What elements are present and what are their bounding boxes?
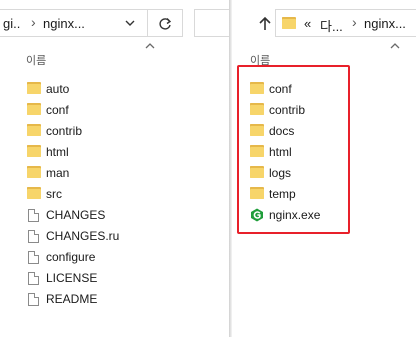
- file-icon: [28, 271, 39, 285]
- up-arrow-icon[interactable]: [257, 16, 273, 32]
- sort-ascending-icon[interactable]: [390, 42, 400, 50]
- folder-item[interactable]: html: [27, 142, 69, 162]
- folder-icon: [27, 166, 41, 180]
- item-label: configure: [46, 250, 96, 264]
- item-label: CHANGES: [46, 208, 106, 222]
- folder-icon: [27, 145, 41, 159]
- breadcrumb-chevron-icon[interactable]: ›: [31, 14, 36, 30]
- sort-ascending-icon[interactable]: [145, 42, 155, 50]
- breadcrumb-chevron-icon[interactable]: ›: [352, 14, 357, 30]
- folder-item[interactable]: contrib: [27, 121, 82, 141]
- left-search-box[interactable]: [194, 9, 229, 37]
- left-refresh-box[interactable]: [147, 9, 183, 37]
- name-column-header[interactable]: 이름: [26, 52, 46, 68]
- file-icon: [28, 208, 39, 222]
- item-label: conf: [46, 103, 69, 117]
- file-item[interactable]: CHANGES: [27, 205, 105, 225]
- address-segment-parent[interactable]: gi..: [3, 16, 20, 31]
- folder-item[interactable]: src: [27, 184, 62, 204]
- highlight-annotation-box: [237, 65, 350, 234]
- item-label: README: [46, 292, 98, 306]
- left-address-bar[interactable]: gi.. › nginx...: [0, 9, 148, 37]
- address-segment-parent[interactable]: 다...: [320, 16, 343, 35]
- file-item[interactable]: README: [27, 289, 97, 309]
- right-address-bar[interactable]: « 다... › nginx...: [275, 9, 416, 37]
- folder-item[interactable]: conf: [27, 100, 69, 120]
- refresh-icon[interactable]: [157, 16, 173, 32]
- folder-icon: [27, 82, 41, 96]
- file-icon: [28, 292, 39, 306]
- folder-icon: [27, 124, 41, 138]
- item-label: contrib: [46, 124, 83, 138]
- folder-icon: [27, 187, 41, 201]
- item-label: html: [46, 145, 69, 159]
- folder-icon: [282, 17, 296, 29]
- file-item[interactable]: configure: [27, 247, 95, 267]
- file-icon: [28, 250, 39, 264]
- file-item[interactable]: CHANGES.ru: [27, 226, 119, 246]
- dropdown-chevron-icon[interactable]: [125, 19, 135, 27]
- file-icon: [28, 229, 39, 243]
- folder-icon: [27, 103, 41, 117]
- item-label: LICENSE: [46, 271, 98, 285]
- item-label: man: [46, 166, 70, 180]
- address-segment-current[interactable]: nginx...: [364, 16, 406, 31]
- item-label: src: [46, 187, 62, 201]
- folder-item[interactable]: auto: [27, 79, 69, 99]
- address-overflow-button[interactable]: «: [304, 16, 311, 31]
- folder-item[interactable]: man: [27, 163, 69, 183]
- file-item[interactable]: LICENSE: [27, 268, 97, 288]
- item-label: auto: [46, 82, 70, 96]
- left-explorer-pane: gi.. › nginx... 이름 auto conf contrib html ma…: [0, 0, 229, 337]
- address-segment-current[interactable]: nginx...: [43, 16, 85, 31]
- item-label: CHANGES.ru: [46, 229, 120, 243]
